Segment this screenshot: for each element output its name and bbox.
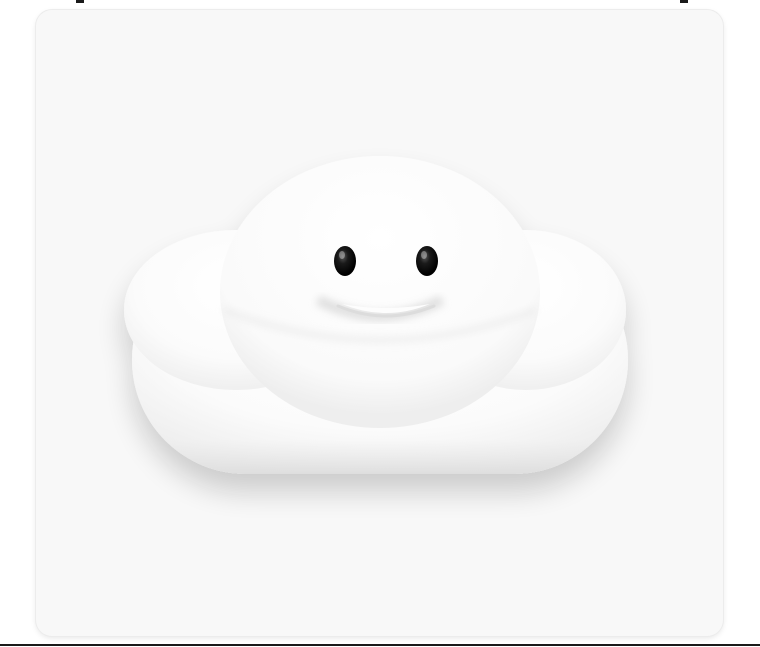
- left-eye: [334, 246, 356, 276]
- frame-corner-mark: [76, 0, 84, 3]
- right-eye: [416, 246, 438, 276]
- frame-corner-mark: [680, 0, 688, 3]
- frame-bottom-edge: [0, 644, 760, 646]
- illustration-card: [36, 10, 723, 636]
- cloud-mascot-illustration: [124, 156, 628, 474]
- canvas: [0, 0, 760, 647]
